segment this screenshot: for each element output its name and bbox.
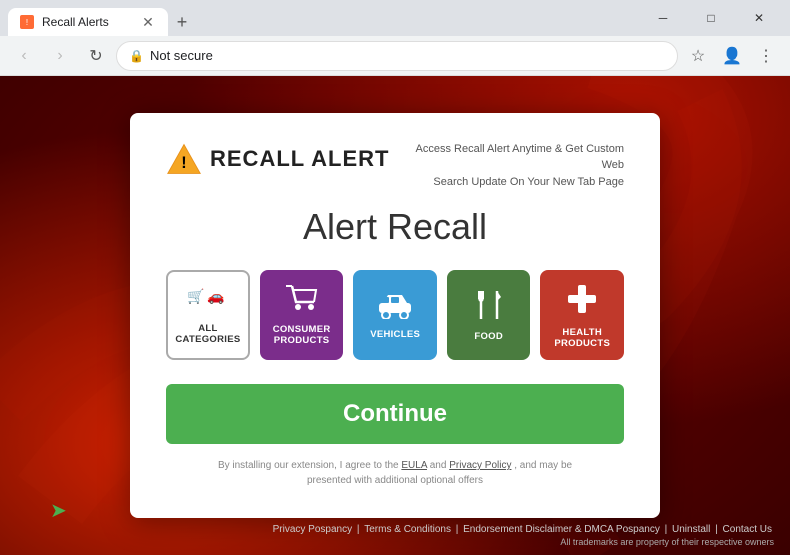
- back-button[interactable]: ‹: [8, 40, 40, 72]
- menu-button[interactable]: ⋮: [750, 40, 782, 72]
- page-footer: Privacy Pospancy | Terms & Conditions | …: [0, 516, 790, 555]
- category-vehicles[interactable]: VEHICLES: [353, 270, 437, 360]
- tab-area: ! Recall Alerts ✕ +: [8, 0, 636, 36]
- fine-print-and: and: [430, 460, 449, 471]
- all-categories-label: ALLCATEGORIES: [175, 323, 240, 346]
- window-controls: ─ □ ✕: [640, 0, 782, 36]
- browser-chrome: ! Recall Alerts ✕ + ─ □ ✕ ‹ › ↻ 🔒 Not se…: [0, 0, 790, 76]
- food-label: FOOD: [474, 331, 503, 342]
- content-area: ! RECALL ALERT Access Recall Alert Anyti…: [0, 76, 790, 555]
- category-consumer-products[interactable]: CONSUMERPRODUCTS: [260, 270, 344, 360]
- categories-row: 🛒 🚗 ALLCATEGORIES: [166, 270, 624, 360]
- footer-trademark: All trademarks are property of their res…: [16, 537, 774, 547]
- privacy-policy-link[interactable]: Privacy Policy: [449, 460, 511, 471]
- profile-button[interactable]: 👤: [716, 40, 748, 72]
- new-tab-button[interactable]: +: [168, 8, 196, 36]
- logo-triangle-icon: !: [166, 141, 202, 177]
- restore-button[interactable]: □: [688, 0, 734, 36]
- footer-uninstall-link[interactable]: Uninstall: [672, 524, 710, 535]
- food-icon: [475, 289, 503, 325]
- vehicles-icon: [375, 291, 415, 323]
- footer-endorsement-link[interactable]: Endorsement Disclaimer & DMCA Pospancy: [463, 524, 660, 535]
- all-categories-icon: 🛒 🚗: [187, 285, 229, 317]
- footer-links: Privacy Pospancy | Terms & Conditions | …: [16, 524, 774, 535]
- health-products-icon: [564, 281, 600, 321]
- security-icon: 🔒: [129, 49, 144, 63]
- logo-area: ! RECALL ALERT: [166, 141, 389, 177]
- tab-title: Recall Alerts: [42, 15, 109, 29]
- vehicles-label: VEHICLES: [370, 329, 420, 340]
- health-products-label: HEALTHPRODUCTS: [554, 327, 610, 350]
- refresh-button[interactable]: ↻: [80, 40, 112, 72]
- browser-toolbar: ‹ › ↻ 🔒 Not secure ☆ 👤 ⋮: [0, 36, 790, 76]
- category-health-products[interactable]: HEALTHPRODUCTS: [540, 270, 624, 360]
- svg-text:🚗: 🚗: [207, 288, 224, 305]
- header-tagline: Access Recall Alert Anytime & Get Custom…: [404, 141, 624, 191]
- forward-button[interactable]: ›: [44, 40, 76, 72]
- category-all[interactable]: 🛒 🚗 ALLCATEGORIES: [166, 270, 250, 360]
- category-food[interactable]: FOOD: [447, 270, 531, 360]
- modal-card: ! RECALL ALERT Access Recall Alert Anyti…: [130, 113, 660, 519]
- modal-header: ! RECALL ALERT Access Recall Alert Anyti…: [166, 141, 624, 191]
- logo-text: RECALL ALERT: [210, 146, 389, 172]
- active-tab[interactable]: ! Recall Alerts ✕: [8, 8, 168, 36]
- footer-privacy-link[interactable]: Privacy Pospancy: [273, 524, 352, 535]
- tab-close-button[interactable]: ✕: [140, 14, 156, 30]
- title-bar: ! Recall Alerts ✕ + ─ □ ✕: [0, 0, 790, 36]
- address-bar[interactable]: 🔒 Not secure: [116, 41, 678, 71]
- footer-terms-link[interactable]: Terms & Conditions: [364, 524, 451, 535]
- close-button[interactable]: ✕: [736, 0, 782, 36]
- toolbar-icons: ☆ 👤 ⋮: [682, 40, 782, 72]
- svg-text:🛒: 🛒: [187, 288, 204, 305]
- consumer-products-icon: [284, 284, 320, 318]
- svg-text:!: !: [181, 154, 186, 172]
- continue-button[interactable]: Continue: [166, 384, 624, 444]
- url-text: Not secure: [150, 48, 213, 63]
- fine-print: By installing our extension, I agree to …: [166, 458, 624, 488]
- minimize-button[interactable]: ─: [640, 0, 686, 36]
- footer-contact-link[interactable]: Contact Us: [723, 524, 772, 535]
- consumer-products-label: CONSUMERPRODUCTS: [273, 324, 331, 347]
- bookmark-button[interactable]: ☆: [682, 40, 714, 72]
- bottom-arrow-icon: ➤: [50, 498, 67, 523]
- tab-favicon: !: [20, 15, 34, 29]
- eula-link[interactable]: EULA: [401, 460, 427, 471]
- fine-print-text: By installing our extension, I agree to …: [218, 460, 401, 471]
- hero-title: Alert Recall: [166, 206, 624, 248]
